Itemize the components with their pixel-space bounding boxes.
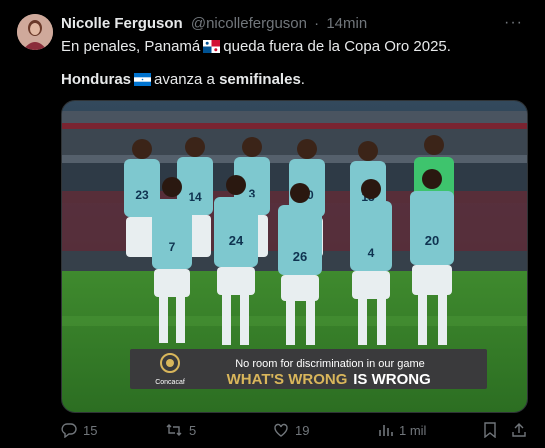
jersey-number: 23 xyxy=(135,188,149,202)
text-segment: queda fuera de la Copa Oro 2025. xyxy=(223,38,451,55)
banner-line-2b: IS WRONG xyxy=(353,371,431,388)
text-bold: semifinales xyxy=(219,71,301,88)
jersey-number: 4 xyxy=(368,246,375,260)
views-icon xyxy=(377,422,393,438)
bookmark-button[interactable] xyxy=(483,422,497,438)
author-handle[interactable]: @nicolleferguson xyxy=(191,15,307,32)
retweet-count: 5 xyxy=(189,422,197,438)
reply-count: 15 xyxy=(83,422,98,438)
reply-button[interactable]: 15 xyxy=(61,422,97,438)
retweet-icon xyxy=(165,422,183,438)
heart-icon xyxy=(273,422,289,438)
bookmark-icon xyxy=(483,422,497,438)
share-button[interactable] xyxy=(511,422,527,438)
action-bar: 15 5 19 1 mil xyxy=(61,422,531,442)
reply-icon xyxy=(61,422,77,438)
views-button[interactable]: 1 mil xyxy=(377,422,426,438)
tweet[interactable]: Nicolle Ferguson @nicolleferguson · 14mi… xyxy=(0,0,545,448)
separator: · xyxy=(314,15,320,32)
banner-logo-text: Concacaf xyxy=(155,379,185,386)
author-name[interactable]: Nicolle Ferguson xyxy=(61,15,183,32)
jersey-number: 24 xyxy=(229,233,244,248)
banner: Concacaf No room for discrimination in o… xyxy=(130,349,487,389)
tweet-text-line-2: Honduras avanza a semifinales. xyxy=(61,71,305,90)
timestamp[interactable]: 14min xyxy=(326,15,367,32)
like-button[interactable]: 19 xyxy=(273,422,309,438)
more-options-icon[interactable]: ··· xyxy=(504,14,523,32)
jersey-number: 26 xyxy=(293,249,307,264)
jersey-number: 7 xyxy=(169,240,176,254)
team-name: Honduras xyxy=(61,71,132,88)
text-segment: En penales, Panamá xyxy=(61,38,201,55)
text-segment: avanza a xyxy=(154,71,215,88)
text-end: . xyxy=(300,71,305,88)
like-count: 19 xyxy=(295,422,310,438)
jersey-number: 20 xyxy=(425,233,439,248)
tweet-text-line-1: En penales, Panamá queda fuera de la Copa… xyxy=(61,38,451,57)
honduras-flag-icon xyxy=(134,73,152,90)
tweet-header: Nicolle Ferguson @nicolleferguson · 14mi… xyxy=(61,15,367,32)
share-icon xyxy=(511,422,527,438)
banner-line-1: No room for discrimination in our game xyxy=(235,358,425,370)
banner-line-2a: WHAT'S WRONG xyxy=(227,371,348,388)
tweet-media-photo[interactable]: 23 14 3 20 13 xyxy=(61,100,528,413)
panama-flag-icon xyxy=(203,40,221,57)
team-photo: 23 14 3 20 13 xyxy=(62,101,527,412)
retweet-button[interactable]: 5 xyxy=(165,422,196,438)
views-count: 1 mil xyxy=(399,422,427,438)
avatar[interactable] xyxy=(17,14,53,50)
